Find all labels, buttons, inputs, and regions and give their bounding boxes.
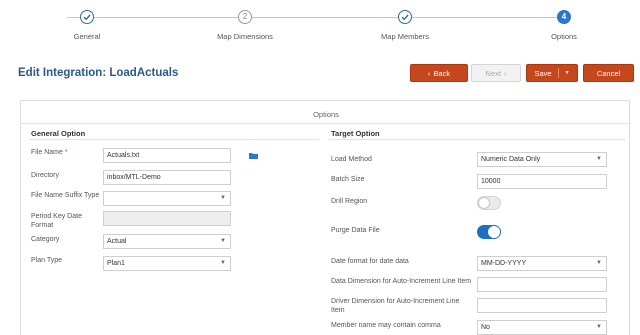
load-method-label: Load Method [331, 156, 372, 163]
period-key-field [103, 211, 231, 226]
step-number-marker: 4 [557, 10, 571, 24]
file-name-label: File Name * [31, 148, 68, 157]
chevron-right-icon: › [503, 68, 507, 78]
directory-label: Directory [31, 172, 60, 179]
period-key-label: Period Key Date Format [31, 213, 82, 229]
process-train: General 2 Map Dimensions Map Members 4 O… [0, 0, 640, 48]
step-label: Map Dimensions [217, 32, 273, 41]
train-connector [67, 17, 565, 18]
divider [329, 139, 625, 140]
date-format-label: Date format for date data [331, 258, 409, 265]
directory-field[interactable]: inbox/MTL-Demo [103, 170, 231, 185]
plan-type-value: Plan1 [107, 260, 125, 267]
page-title: Edit Integration: LoadActuals [18, 67, 179, 79]
target-option-heading: Target Option [331, 129, 380, 138]
caret-down-icon: ▼ [220, 238, 226, 244]
cancel-button-label: Cancel [596, 68, 621, 78]
caret-down-icon: ▼ [220, 260, 226, 266]
member-comma-label: Member name may contain comma [331, 322, 441, 329]
driver-dimension-label: Driver Dimension for Auto-Increment Line… [331, 298, 460, 314]
caret-down-icon: ▼ [596, 324, 602, 330]
divider [21, 123, 631, 124]
file-name-label-text: File Name [31, 149, 63, 156]
date-format-value: MM-DD-YYYY [481, 260, 527, 267]
file-name-field[interactable]: Actuals.txt [103, 148, 231, 163]
general-option-heading: General Option [31, 129, 86, 138]
next-button[interactable]: Next › [471, 64, 521, 82]
step-map-members-check-icon [398, 10, 412, 24]
folder-icon[interactable] [249, 152, 258, 159]
step-label: Map Members [381, 32, 429, 41]
toggle-knob [478, 197, 490, 209]
purge-data-file-label: Purge Data File [331, 227, 380, 234]
cancel-button[interactable]: Cancel [583, 64, 634, 82]
category-select[interactable]: Actual ▼ [103, 234, 231, 249]
step-number-marker: 2 [238, 10, 252, 24]
member-comma-select[interactable]: No ▼ [477, 320, 607, 335]
divider [29, 139, 319, 140]
batch-size-field[interactable]: 10000 [477, 174, 607, 189]
data-dimension-label: Data Dimension for Auto-Increment Line I… [331, 278, 472, 285]
chevron-left-icon: ‹ [427, 68, 431, 78]
caret-down-icon: ▼ [596, 260, 602, 266]
date-format-select[interactable]: MM-DD-YYYY ▼ [477, 256, 607, 271]
save-button[interactable]: Save ▼ [526, 64, 578, 82]
back-button[interactable]: ‹ Back [410, 64, 468, 82]
back-button-label: Back [433, 68, 451, 78]
save-button-label: Save [534, 68, 552, 78]
next-button-label: Next [485, 68, 501, 78]
driver-dimension-field[interactable] [477, 298, 607, 313]
plan-type-select[interactable]: Plan1 ▼ [103, 256, 231, 271]
load-method-select[interactable]: Numeric Data Only ▼ [477, 152, 607, 167]
required-marker: * [64, 149, 68, 156]
category-value: Actual [107, 238, 127, 245]
member-comma-value: No [481, 324, 490, 331]
toggle-knob [488, 226, 500, 238]
drill-region-toggle[interactable] [477, 196, 501, 210]
plan-type-label: Plan Type [31, 257, 63, 264]
caret-down-icon[interactable]: ▼ [565, 70, 570, 76]
panel-title: Options [313, 110, 339, 119]
button-separator [557, 68, 559, 78]
caret-down-icon: ▼ [220, 195, 226, 201]
purge-data-file-toggle[interactable] [477, 225, 501, 239]
suffix-type-label: File Name Suffix Type [31, 192, 100, 199]
options-panel: Options General Option File Name * Actua… [20, 100, 631, 335]
load-method-value: Numeric Data Only [481, 156, 541, 163]
caret-down-icon: ▼ [596, 156, 602, 162]
batch-size-label: Batch Size [331, 176, 365, 183]
drill-region-label: Drill Region [331, 198, 368, 205]
step-general-check-icon [80, 10, 94, 24]
category-label: Category [31, 236, 60, 243]
suffix-type-select[interactable]: ▼ [103, 191, 231, 206]
step-label: Options [551, 32, 577, 41]
data-dimension-field[interactable] [477, 277, 607, 292]
step-label: General [73, 32, 101, 41]
